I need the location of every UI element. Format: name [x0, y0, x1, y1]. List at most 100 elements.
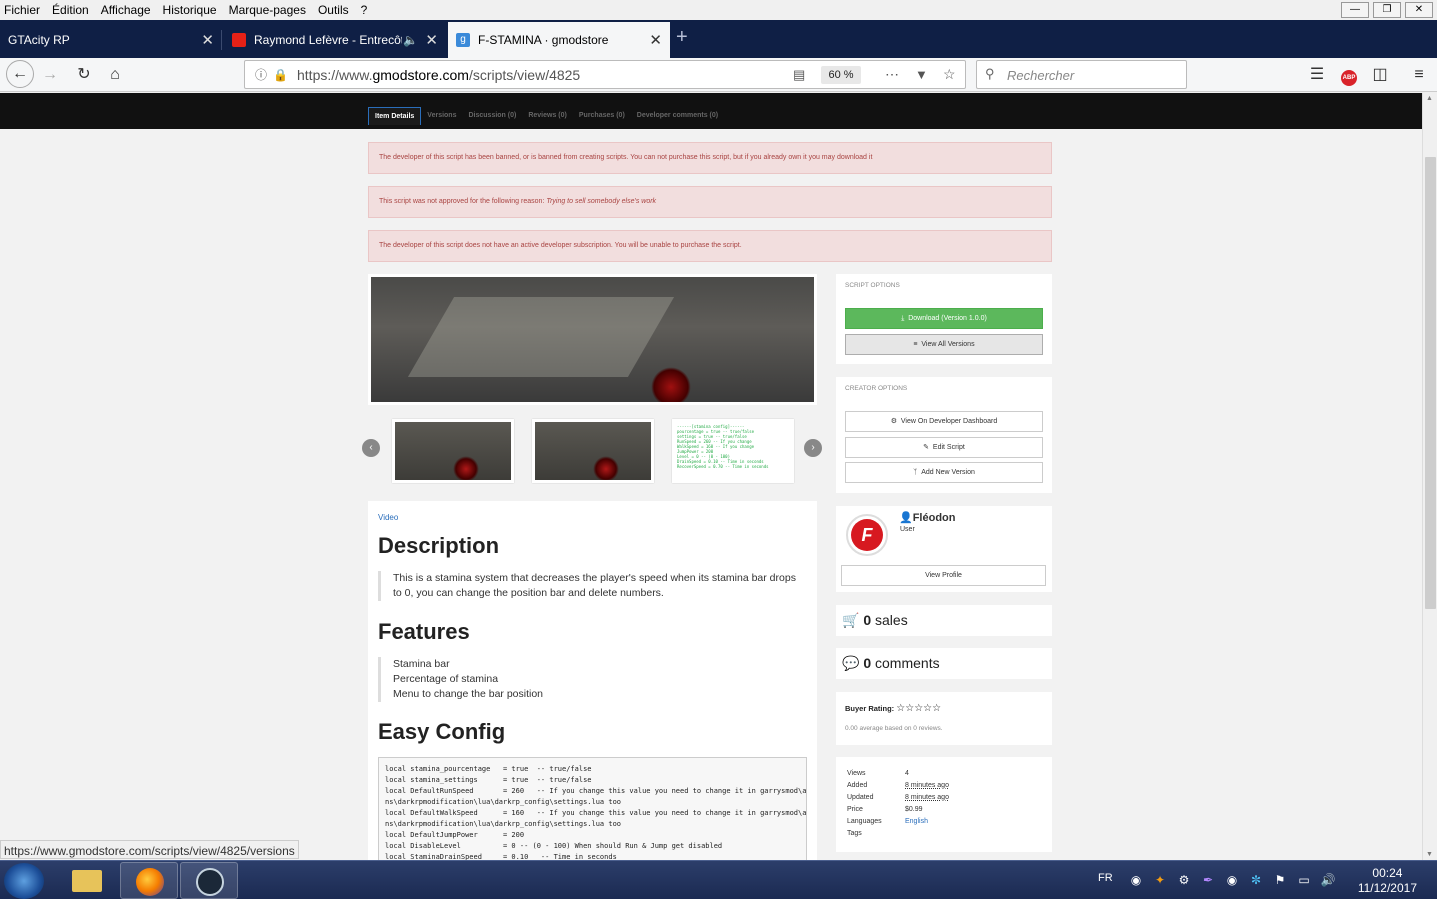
features-list: Stamina bar Percentage of stamina Menu t… [378, 657, 543, 702]
subtab-purchases[interactable]: Purchases (0) [573, 107, 631, 125]
language-indicator[interactable]: FR [1098, 872, 1113, 884]
user-icon: 👤 [899, 512, 913, 524]
feather-icon[interactable]: ✒ [1200, 873, 1216, 889]
restore-button[interactable]: ❐ [1373, 2, 1401, 18]
pocket-icon[interactable]: ▼ [915, 67, 928, 82]
easy-config-heading: Easy Config [378, 719, 506, 744]
volume-icon[interactable]: 🔊 [1320, 873, 1336, 889]
steam-tray-icon[interactable]: ◉ [1224, 873, 1240, 889]
thumbnail-2[interactable] [532, 419, 654, 483]
forward-button[interactable]: → [38, 63, 62, 87]
status-url: https://www.gmodstore.com/scripts/view/4… [0, 840, 299, 859]
firefox-icon[interactable] [120, 862, 178, 899]
menu-marque-pages[interactable]: Marque-pages [223, 3, 312, 17]
avatar[interactable]: F [846, 514, 888, 556]
info-views: Views 4 [847, 770, 909, 777]
clock[interactable]: 00:24 11/12/2017 [1358, 866, 1417, 896]
subtab-developer-comments[interactable]: Developer comments (0) [631, 107, 724, 125]
start-button[interactable] [4, 863, 44, 899]
subtab-versions[interactable]: Versions [421, 107, 462, 125]
close-tab-icon[interactable]: ✕ [201, 31, 214, 49]
description-text: This is a stamina system that decreases … [378, 571, 798, 601]
monitor-icon[interactable]: ▭ [1296, 873, 1312, 889]
scroll-down-icon[interactable]: ▼ [1426, 851, 1433, 858]
discord-icon[interactable]: ◉ [1128, 873, 1144, 889]
menu-bar: Fichier Édition Affichage Historique Mar… [0, 0, 1437, 20]
flag-icon[interactable]: ⚑ [1272, 873, 1288, 889]
rating-card: Buyer Rating: ☆☆☆☆☆ 0.00 average based o… [836, 692, 1052, 745]
sidebar-icon[interactable]: ◫ [1368, 63, 1392, 87]
url-bar[interactable]: ⓘ 🔒 https://www.gmodstore.com/scripts/vi… [244, 60, 966, 89]
menu-outils[interactable]: Outils [312, 3, 355, 17]
subtab-discussion[interactable]: Discussion (0) [462, 107, 522, 125]
back-button[interactable]: ← [6, 60, 34, 88]
search-bar[interactable]: ⚲ Rechercher [976, 60, 1187, 89]
script-options-header: SCRIPT OPTIONS [845, 282, 900, 289]
file-explorer-icon[interactable] [58, 862, 116, 899]
page-scrollbar[interactable]: ▲ ▼ [1422, 93, 1437, 860]
app-tray-icon[interactable]: ✦ [1152, 873, 1168, 889]
prev-arrow-icon[interactable]: ‹ [362, 439, 380, 457]
add-new-version-button[interactable]: ᛉ Add New Version [845, 462, 1043, 483]
list-icon: ≡ [913, 341, 918, 348]
view-profile-button[interactable]: View Profile [841, 565, 1046, 586]
close-tab-icon[interactable]: ✕ [649, 31, 662, 49]
tab-bar: GTAcity RP ✕ Raymond Lefèvre - Entrecôt … [0, 20, 1437, 58]
tab-youtube[interactable]: Raymond Lefèvre - Entrecôt 🔈 ✕ [224, 22, 446, 58]
menu-affichage[interactable]: Affichage [95, 3, 157, 17]
info-updated: Updated 8 minutes ago [847, 794, 949, 801]
config-code: local stamina_pourcentage = true -- true… [378, 757, 807, 860]
item-info-card: Views 4 Added 8 minutes ago Updated 8 minut… [836, 757, 1052, 852]
thumbnail-3[interactable]: ------[stamina config]------ pourcentage … [672, 419, 794, 483]
lock-icon: 🔒 [273, 67, 288, 82]
library-icon[interactable]: ☰ [1305, 63, 1329, 87]
view-all-versions-button[interactable]: ≡ View All Versions [845, 334, 1043, 355]
tab-gtacity[interactable]: GTAcity RP ✕ [0, 22, 222, 58]
subtab-reviews[interactable]: Reviews (0) [522, 107, 573, 125]
thumbnail-1[interactable] [392, 419, 514, 483]
scroll-up-icon[interactable]: ▲ [1426, 95, 1433, 102]
rating-stars-icon: ☆☆☆☆☆ [896, 703, 942, 714]
shopping-cart-icon: 🛒 [842, 612, 860, 628]
hamburger-menu-icon[interactable]: ≡ [1407, 63, 1431, 87]
tab-title: Raymond Lefèvre - Entrecôt [254, 33, 402, 47]
close-window-button[interactable]: ✕ [1405, 2, 1433, 18]
tab-gmodstore[interactable]: g F-STAMINA · gmodstore ✕ [448, 22, 670, 58]
menu-fichier[interactable]: Fichier [0, 3, 46, 17]
bookmark-star-icon[interactable]: ☆ [943, 66, 956, 83]
close-tab-icon[interactable]: ✕ [425, 31, 438, 49]
comments-stat: 💬 0 comments [842, 655, 940, 671]
page-actions-icon[interactable]: ⋯ [885, 66, 899, 83]
network-tray-icon[interactable]: ⚙ [1176, 873, 1192, 889]
tab-title: F-STAMINA · gmodstore [478, 33, 609, 47]
adblock-icon[interactable]: ABP [1337, 63, 1361, 87]
reload-button[interactable]: ↻ [72, 63, 96, 87]
reader-view-icon[interactable]: ▤ [793, 67, 805, 83]
speaker-icon[interactable]: 🔈 [403, 33, 418, 47]
new-tab-button[interactable]: + [676, 26, 688, 49]
home-button[interactable]: ⌂ [103, 63, 127, 87]
feature-item: Percentage of stamina [393, 673, 499, 685]
creator-name[interactable]: 👤Fléodon [899, 511, 955, 524]
minimize-button[interactable]: — [1341, 2, 1369, 18]
creator-profile-card: F 👤Fléodon User View Profile [836, 506, 1052, 592]
developer-dashboard-button[interactable]: ⚙ View On Developer Dashboard [845, 411, 1043, 432]
cogs-icon: ⚙ [890, 418, 897, 425]
next-arrow-icon[interactable]: › [804, 439, 822, 457]
menu-help[interactable]: ? [355, 3, 374, 17]
description-heading: Description [378, 533, 500, 558]
sync-icon[interactable]: ✼ [1248, 873, 1264, 889]
info-languages: Languages English [847, 818, 928, 825]
menu-historique[interactable]: Historique [157, 3, 223, 17]
video-link[interactable]: Video [378, 513, 398, 522]
info-icon[interactable]: ⓘ [255, 66, 267, 83]
steam-icon[interactable] [180, 862, 238, 899]
features-heading: Features [378, 619, 470, 644]
download-button[interactable]: ⤓ Download (Version 1.0.0) [845, 308, 1043, 329]
menu-edition[interactable]: Édition [46, 3, 95, 17]
subtab-item-details[interactable]: Item Details [368, 107, 422, 125]
main-screenshot[interactable] [368, 274, 817, 405]
edit-script-button[interactable]: ✎ Edit Script [845, 437, 1043, 458]
scrollbar-thumb[interactable] [1425, 157, 1436, 609]
zoom-level[interactable]: 60 % [821, 66, 861, 84]
